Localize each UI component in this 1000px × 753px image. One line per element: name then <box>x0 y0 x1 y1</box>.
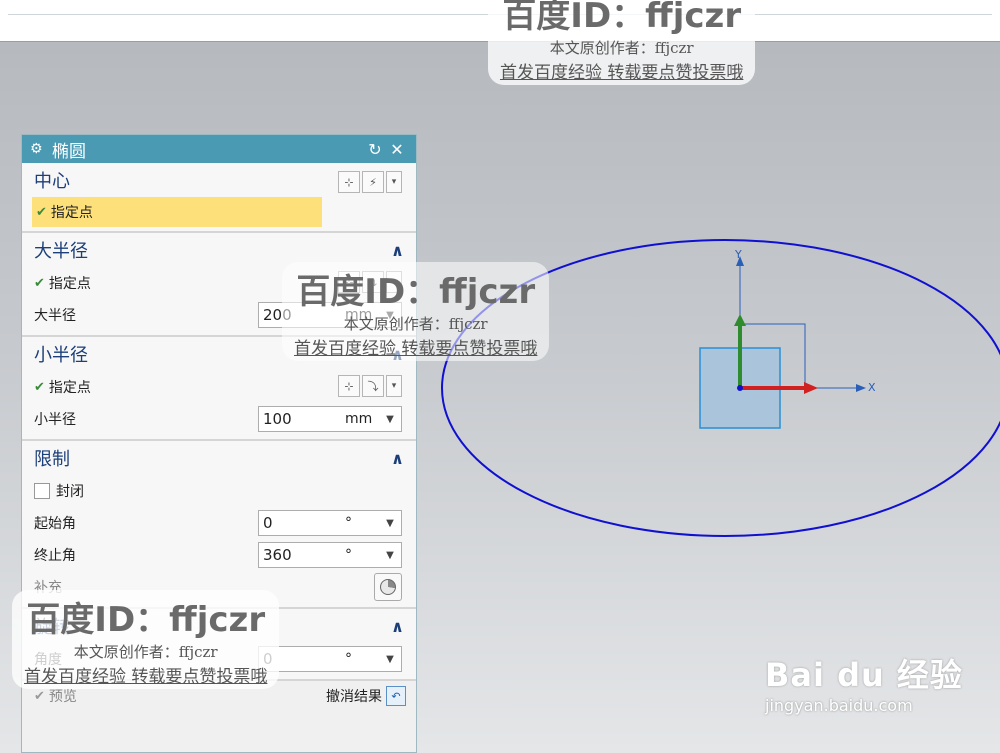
center-point-tools: ⊹ ⚡ ▾ <box>338 171 402 193</box>
point-dialog-icon[interactable]: ⊹ <box>338 375 360 397</box>
closed-row: 封闭 <box>22 475 416 507</box>
closed-checkbox[interactable] <box>34 483 50 499</box>
inferred-point-icon[interactable]: ⤵ <box>362 375 384 397</box>
baidu-jingyan-logo: Bai du 经验 jingyan.baidu.com <box>765 656 963 715</box>
center-specify-point[interactable]: ✔ 指定点 <box>32 197 322 227</box>
dialog-title-bar: ⚙ 椭圆 ↻ ✕ <box>22 135 416 163</box>
section-limits: 限制 ∧ 封闭 起始角 0 ° ▼ 终止角 360 ° ▼ 补充 <box>22 441 416 609</box>
chevron-down-icon[interactable]: ▼ <box>383 654 397 665</box>
chevron-down-icon[interactable]: ▼ <box>383 518 397 529</box>
close-icon[interactable]: ✕ <box>386 140 408 159</box>
point-dialog-icon[interactable]: ⊹ <box>338 171 360 193</box>
gear-icon: ⚙ <box>30 141 43 157</box>
end-angle-row: 终止角 360 ° ▼ <box>22 539 416 571</box>
chevron-up-icon: ∧ <box>391 240 404 260</box>
chevron-up-icon: ∧ <box>391 616 404 636</box>
origin-point <box>737 385 743 391</box>
x-axis-label: X <box>868 381 876 394</box>
section-center: 中心 ∧ ✔ 指定点 ⊹ ⚡ ▾ <box>22 163 416 233</box>
x-arrow-head <box>856 384 866 392</box>
preview-checkbox[interactable]: ✔ <box>34 689 45 704</box>
end-angle-input[interactable]: 360 ° ▼ <box>258 542 402 568</box>
dialog-title: 椭圆 <box>52 141 86 162</box>
minor-specify-point[interactable]: ✔ 指定点 ⊹ ⤵ ▾ <box>22 371 416 403</box>
pie-icon <box>380 579 396 595</box>
angle-input[interactable]: 0 ° ▼ <box>258 646 402 672</box>
undo-icon: ↶ <box>386 686 406 706</box>
minor-radius-row: 小半径 100 mm ▼ <box>22 403 416 435</box>
inferred-point-icon[interactable]: ⚡ <box>362 171 384 193</box>
y-handle-head <box>734 314 746 326</box>
watermark-bottom: 百度ID：ffjczr 本文原创作者：ffjczr 首发百度经验 转载要点赞投票… <box>12 590 280 689</box>
check-icon: ✔ <box>34 379 45 395</box>
minor-radius-input[interactable]: 100 mm ▼ <box>258 406 402 432</box>
reset-icon[interactable]: ↻ <box>364 140 386 159</box>
undo-result[interactable]: 撤消结果 ↶ <box>326 686 406 706</box>
chevron-down-icon[interactable]: ▾ <box>386 375 402 397</box>
x-handle-head <box>804 382 818 394</box>
chevron-down-icon[interactable]: ▼ <box>383 550 397 561</box>
watermark-middle: 百度ID：ffjczr 本文原创作者：ffjczr 首发百度经验 转载要点赞投票… <box>282 262 550 361</box>
check-icon: ✔ <box>34 275 45 291</box>
chevron-down-icon[interactable]: ▼ <box>383 414 397 425</box>
start-angle-input[interactable]: 0 ° ▼ <box>258 510 402 536</box>
check-icon: ✔ <box>36 204 47 220</box>
chevron-down-icon[interactable]: ▾ <box>386 171 402 193</box>
minor-point-tools: ⊹ ⤵ ▾ <box>338 375 402 397</box>
chevron-up-icon: ∧ <box>391 448 404 468</box>
start-angle-row: 起始角 0 ° ▼ <box>22 507 416 539</box>
section-limits-header[interactable]: 限制 ∧ <box>22 441 416 475</box>
watermark-top: 百度ID：ffjczr 本文原创作者：ffjczr 首发百度经验 转载要点赞投票… <box>488 0 756 85</box>
y-axis-label: Y <box>735 248 742 261</box>
complement-button[interactable] <box>374 573 402 601</box>
